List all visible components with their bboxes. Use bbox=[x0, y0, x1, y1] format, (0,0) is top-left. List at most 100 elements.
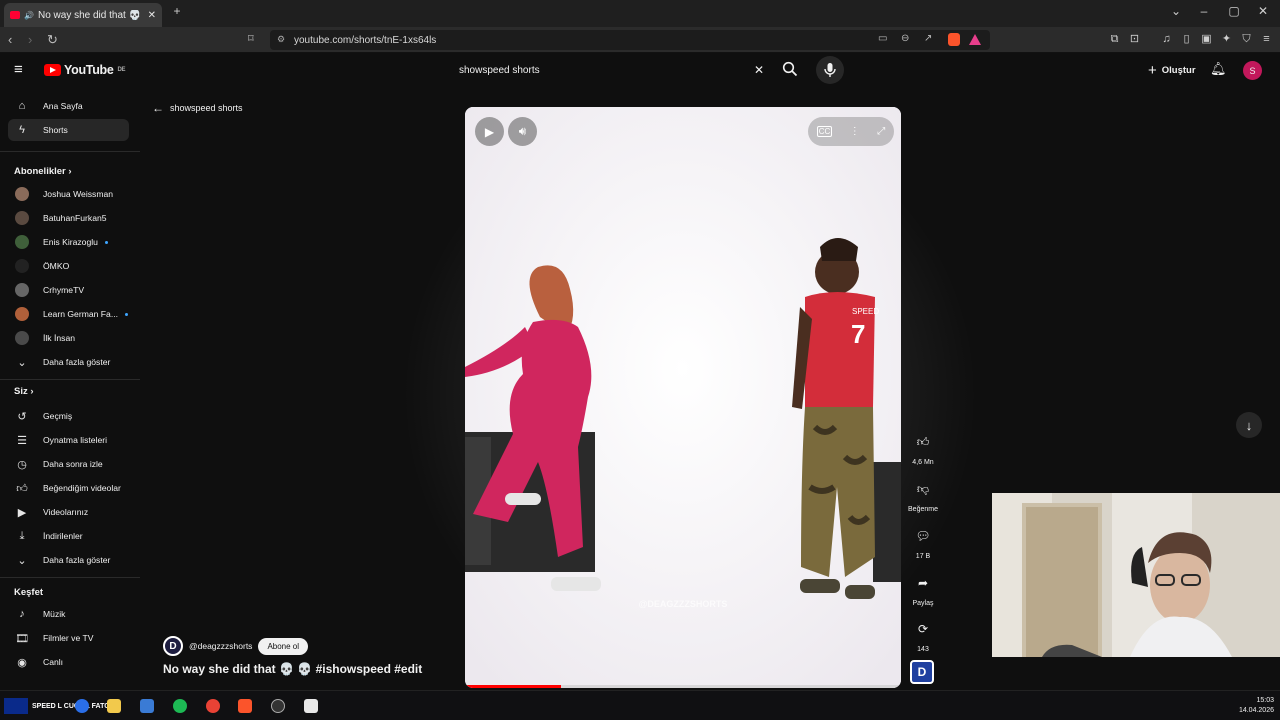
browser-tab-bar: 🔊 No way she did that 💀 💀 #… ✕ + ⌄ – ▢ ✕ bbox=[0, 0, 1280, 27]
vpn-icon[interactable]: ⛉ bbox=[1240, 33, 1253, 46]
subscription-item[interactable]: Enis Kirazoglu bbox=[8, 231, 129, 253]
sidebar-item-clock[interactable]: ◷ Daha sonra izle bbox=[8, 453, 129, 475]
site-info-icon[interactable]: ⚙ bbox=[277, 34, 285, 45]
sidebar-item-home[interactable]: ⌂ Ana Sayfa bbox=[8, 95, 129, 117]
share-action[interactable]: ➦ Paylaş bbox=[905, 570, 941, 607]
sidebar-item-video[interactable]: ▶ Videolarınız bbox=[8, 501, 129, 523]
sidebar-item-download[interactable]: ⤓ İndirilenler bbox=[8, 525, 129, 547]
home-icon: ⌂ bbox=[18, 100, 26, 112]
play-button[interactable]: ▶ bbox=[475, 117, 504, 146]
remix-action[interactable]: ⟳ 143 bbox=[905, 616, 941, 653]
notifications-bell-icon[interactable]: 🔔︎ bbox=[1210, 61, 1227, 77]
sidebar-item-film[interactable]: 🎞︎ Filmler ve TV bbox=[8, 627, 129, 649]
next-short-button[interactable]: ↓ bbox=[1236, 412, 1262, 438]
search-box[interactable]: showspeed shorts ✕ bbox=[451, 57, 774, 83]
youtube-logo[interactable]: YouTube DE bbox=[44, 63, 126, 77]
wallet-icon[interactable]: ▣ bbox=[1200, 33, 1213, 46]
subscription-item[interactable]: İlk İnsan bbox=[8, 327, 129, 349]
start-button[interactable] bbox=[4, 698, 28, 714]
leo-ai-icon[interactable]: ✦ bbox=[1220, 33, 1233, 46]
brave-rewards-icon[interactable] bbox=[969, 34, 981, 45]
like-action[interactable]: 👍︎ 4,6 Mn bbox=[905, 429, 941, 467]
subscription-item[interactable]: Joshua Weissman bbox=[8, 183, 129, 205]
sidebar-toggle-icon[interactable]: ▯ bbox=[1180, 33, 1193, 46]
voice-search-button[interactable] bbox=[816, 56, 844, 84]
speaker-icon[interactable]: 🔊 bbox=[24, 11, 34, 20]
clear-search-icon[interactable]: ✕ bbox=[754, 63, 764, 77]
brave-shields-icon[interactable] bbox=[948, 33, 960, 46]
fullscreen-icon[interactable]: ⤢ bbox=[877, 126, 885, 137]
capcut-icon[interactable] bbox=[304, 699, 318, 713]
show-more-library[interactable]: ⌄ Daha fazla göster bbox=[8, 549, 129, 571]
maximize-icon[interactable]: ▢ bbox=[1224, 4, 1244, 18]
share-page-icon[interactable]: ↗ bbox=[924, 33, 932, 44]
file-explorer-icon[interactable] bbox=[107, 699, 121, 713]
search-icon[interactable] bbox=[782, 61, 798, 77]
account-avatar[interactable]: S bbox=[1243, 61, 1262, 80]
obs-icon[interactable] bbox=[271, 699, 285, 713]
spotify-icon[interactable] bbox=[173, 699, 187, 713]
sidebar-item-label: Müzik bbox=[43, 609, 66, 619]
video-caption[interactable]: No way she did that 💀 💀 #ishowspeed #edi… bbox=[163, 662, 422, 676]
close-tab-icon[interactable]: ✕ bbox=[148, 10, 156, 21]
video-progress-bar[interactable] bbox=[465, 685, 901, 688]
sidebar-item-music[interactable]: ♪ Müzik bbox=[8, 603, 129, 625]
comments-action[interactable]: 💬︎ 17 B bbox=[905, 523, 941, 560]
sidebar-item-like[interactable]: 👍︎ Beğendiğim videolar bbox=[8, 477, 129, 499]
app-icon[interactable] bbox=[140, 699, 154, 713]
sidebar-item-live[interactable]: ◉ Canlı bbox=[8, 651, 129, 673]
mute-button[interactable]: 🔊︎ bbox=[508, 117, 537, 146]
share-label: Paylaş bbox=[912, 600, 934, 607]
bookmark-icon[interactable]: ⌑ bbox=[248, 32, 254, 45]
hamburger-menu-icon[interactable]: ≡ bbox=[14, 61, 23, 78]
sidebar-item-label: Daha fazla göster bbox=[43, 357, 111, 367]
brave-icon[interactable] bbox=[238, 699, 252, 713]
shorts-icon: ϟ bbox=[19, 124, 25, 136]
sidebar-item-label: Shorts bbox=[43, 125, 68, 135]
video-watermark: @DEAGZZZSHORTS bbox=[639, 599, 728, 609]
address-bar[interactable]: ⚙ youtube.com/shorts/tnE-1xs64ls ▭ ⊖ ↗ bbox=[270, 30, 990, 50]
channel-avatar bbox=[15, 187, 29, 201]
sound-thumbnail[interactable]: D bbox=[910, 660, 934, 684]
dislike-action[interactable]: 👎︎ Beğenme bbox=[905, 476, 941, 514]
zoom-icon[interactable]: ⊖ bbox=[901, 33, 909, 44]
subscribe-button[interactable]: Abone ol bbox=[258, 637, 309, 655]
play-icon: ▶ bbox=[484, 124, 495, 139]
back-icon[interactable]: ‹ bbox=[8, 32, 12, 47]
edge-icon[interactable] bbox=[75, 699, 89, 713]
clock[interactable]: 15:03 14.04.2026 bbox=[1230, 696, 1274, 716]
subscription-item[interactable]: CrhymeTV bbox=[8, 279, 129, 301]
sidebar-item-shorts[interactable]: ϟ Shorts bbox=[8, 119, 129, 141]
forward-icon[interactable]: › bbox=[28, 32, 32, 47]
you-header[interactable]: Siz › bbox=[14, 386, 34, 397]
subscription-item[interactable]: Learn German Fa... bbox=[8, 303, 129, 325]
subscriptions-header[interactable]: Abonelikler › bbox=[14, 166, 72, 177]
browser-tab[interactable]: 🔊 No way she did that 💀 💀 #… ✕ bbox=[4, 3, 162, 27]
channel-name[interactable]: @deagzzzshorts bbox=[189, 641, 252, 651]
screenshot-icon[interactable]: ⊡ bbox=[1128, 33, 1141, 46]
chrome-icon[interactable] bbox=[206, 699, 220, 713]
create-button[interactable]: + Oluştur bbox=[1140, 59, 1204, 81]
tab-list-icon[interactable]: ⌄ bbox=[1166, 4, 1186, 18]
subscription-item[interactable]: BatuhanFurkan5 bbox=[8, 207, 129, 229]
close-window-icon[interactable]: ✕ bbox=[1253, 4, 1273, 18]
new-tab-icon[interactable]: + bbox=[167, 4, 187, 18]
back-to-search[interactable]: ← showspeed shorts bbox=[152, 101, 243, 115]
sidebar-item-playlist[interactable]: ☰ Oynatma listeleri bbox=[8, 429, 129, 451]
back-label: showspeed shorts bbox=[170, 103, 243, 113]
reload-icon[interactable]: ↻ bbox=[47, 32, 58, 48]
more-options-icon[interactable]: ⋮ bbox=[850, 126, 860, 137]
media-icon[interactable]: ♫ bbox=[1160, 33, 1173, 46]
minimize-icon[interactable]: – bbox=[1194, 4, 1214, 18]
shorts-video-player[interactable]: 7 SPEED @DEAGZZZSHORTS ▶ 🔊︎ CC ⋮ ⤢ bbox=[465, 107, 901, 688]
channel-avatar[interactable]: D bbox=[163, 636, 183, 656]
extensions-icon[interactable]: ⧉ bbox=[1108, 33, 1121, 46]
thumbs-down-icon: 👎︎ bbox=[916, 481, 930, 496]
sidebar-item-history[interactable]: ↺ Geçmiş bbox=[8, 405, 129, 427]
show-more-subscriptions[interactable]: ⌄ Daha fazla göster bbox=[8, 351, 129, 373]
cast-icon[interactable]: ▭ bbox=[878, 33, 887, 44]
captions-icon[interactable]: CC bbox=[816, 126, 833, 137]
subscription-item[interactable]: ÖMKO bbox=[8, 255, 129, 277]
menu-icon[interactable]: ≡ bbox=[1260, 33, 1273, 46]
search-input[interactable]: showspeed shorts bbox=[459, 65, 540, 76]
